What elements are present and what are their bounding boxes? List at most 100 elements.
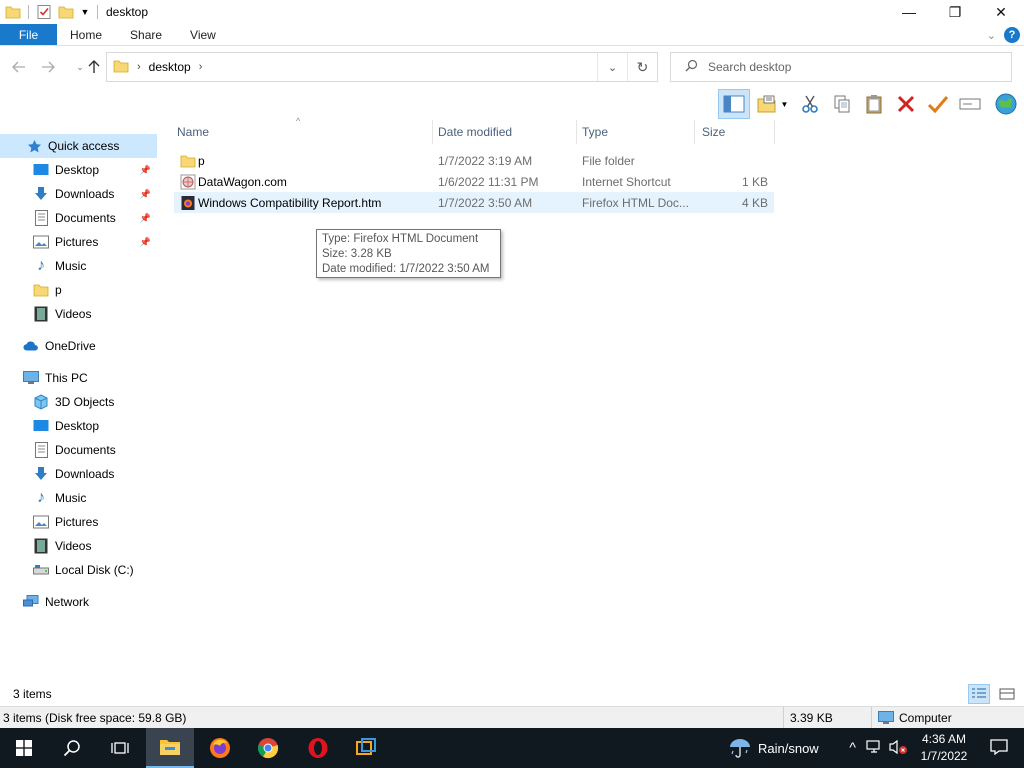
notifications-icon[interactable] [990,739,1008,758]
maximize-button[interactable]: ❐ [932,0,978,24]
file-size: 1 KB [741,174,768,189]
nav-pc-downloads[interactable]: Downloads [0,462,157,486]
nav-label: Pictures [55,515,99,529]
column-header-name[interactable]: Name [177,120,432,144]
volume-muted-icon[interactable] [888,739,908,758]
taskbar-opera[interactable] [294,728,342,768]
task-view-button[interactable] [96,728,144,768]
nav-this-pc[interactable]: This PC [0,366,157,390]
minimize-button[interactable]: — [886,0,932,24]
table-row[interactable]: DataWagon.com 1/6/2022 11:31 PM Internet… [174,171,774,192]
pin-icon[interactable]: 📌 [140,213,151,224]
nav-quick-access[interactable]: Quick access [0,134,157,158]
download-icon [33,186,49,202]
nav-pc-3d-objects[interactable]: 3D Objects [0,390,157,414]
rename-button[interactable] [954,89,986,119]
separator [28,5,29,19]
internet-options-button[interactable] [990,89,1022,119]
nav-pc-local-disk[interactable]: Local Disk (C:) [0,558,157,582]
chevron-right-icon[interactable]: › [137,61,141,73]
pin-icon[interactable]: 📌 [140,237,151,248]
music-icon: ♪ [37,489,45,506]
nav-network[interactable]: Network [0,590,157,614]
forward-button[interactable] [34,52,62,82]
up-button[interactable] [80,52,108,82]
properties-icon[interactable] [36,4,52,20]
close-button[interactable]: ✕ [978,0,1024,24]
details-view-icon [972,688,986,698]
navigation-pane-button[interactable] [718,89,750,119]
breadcrumb-item[interactable]: desktop [149,60,191,74]
column-divider[interactable] [694,120,695,144]
table-row[interactable]: Windows Compatibility Report.htm 1/7/202… [174,192,774,213]
nav-label: Downloads [55,187,115,201]
column-divider[interactable] [774,120,775,144]
copy-button[interactable] [826,89,858,119]
desktop-icon [33,162,49,178]
nav-label: Desktop [55,163,100,177]
nav-label: p [55,283,62,297]
address-bar[interactable]: › desktop › ⌄ ↻ [106,52,658,82]
taskbar-app[interactable] [342,728,390,768]
weather-widget[interactable]: Rain/snow [728,728,819,768]
taskbar-file-explorer[interactable] [146,728,194,768]
nav-pc-videos[interactable]: Videos [0,534,157,558]
nav-label: OneDrive [45,339,96,353]
refresh-button[interactable]: ↻ [627,53,657,81]
video-icon [33,306,49,322]
tab-file[interactable]: File [0,24,57,45]
expand-ribbon-icon[interactable]: ⌄ [987,29,996,42]
document-icon [33,210,49,226]
quick-access-toolbar: ▼ desktop [0,0,148,24]
clock[interactable]: 4:36 AM 1/7/2022 [916,731,972,765]
nav-pc-desktop[interactable]: Desktop [0,414,157,438]
search-input[interactable]: Search desktop [670,52,1012,82]
nav-label: Music [55,491,87,505]
nav-pc-pictures[interactable]: Pictures [0,510,157,534]
properties-button[interactable] [922,89,954,119]
nav-quick-p[interactable]: p [0,278,157,302]
nav-quick-music[interactable]: ♪ Music [0,254,157,278]
windows-logo-icon [16,740,32,756]
large-icons-view-button[interactable] [996,684,1018,704]
table-row[interactable]: p 1/7/2022 3:19 AM File folder [174,150,774,171]
address-history-button[interactable]: ⌄ [597,53,627,81]
tab-home[interactable]: Home [57,24,116,45]
nav-quick-pictures[interactable]: Pictures 📌 [0,230,157,254]
network-status-icon[interactable] [866,739,884,758]
opera-icon [308,738,328,758]
new-folder-icon[interactable] [58,4,74,20]
nav-quick-desktop[interactable]: Desktop 📌 [0,158,157,182]
column-header-size[interactable]: Size [702,120,774,144]
nav-pc-documents[interactable]: Documents [0,438,157,462]
view-options-button[interactable]: ▼ [750,89,794,119]
chevron-right-icon[interactable]: › [199,61,203,73]
cut-button[interactable] [794,89,826,119]
pin-icon[interactable]: 📌 [140,189,151,200]
details-view-button[interactable] [968,684,990,704]
taskbar-chrome[interactable] [244,728,292,768]
delete-button[interactable] [890,89,922,119]
tab-share[interactable]: Share [116,24,176,45]
nav-onedrive[interactable]: OneDrive [0,334,157,358]
column-header-date[interactable]: Date modified [438,120,576,144]
pin-icon[interactable]: 📌 [140,165,151,176]
column-divider[interactable] [432,120,433,144]
chevron-down-icon[interactable]: ▼ [80,4,90,20]
chevron-up-icon[interactable]: ^ [849,739,856,755]
nav-quick-videos[interactable]: Videos [0,302,157,326]
back-button[interactable] [5,52,33,82]
status-location-label: Computer [899,711,952,725]
start-button[interactable] [0,728,48,768]
help-icon[interactable]: ? [1004,27,1020,43]
nav-pc-music[interactable]: ♪ Music [0,486,157,510]
paste-button[interactable] [858,89,890,119]
search-button[interactable] [48,728,96,768]
nav-quick-downloads[interactable]: Downloads 📌 [0,182,157,206]
column-divider[interactable] [576,120,577,144]
nav-quick-documents[interactable]: Documents 📌 [0,206,157,230]
folder-icon[interactable] [5,4,21,20]
taskbar-firefox[interactable] [196,728,244,768]
tab-view[interactable]: View [176,24,230,45]
column-header-type[interactable]: Type [582,120,694,144]
